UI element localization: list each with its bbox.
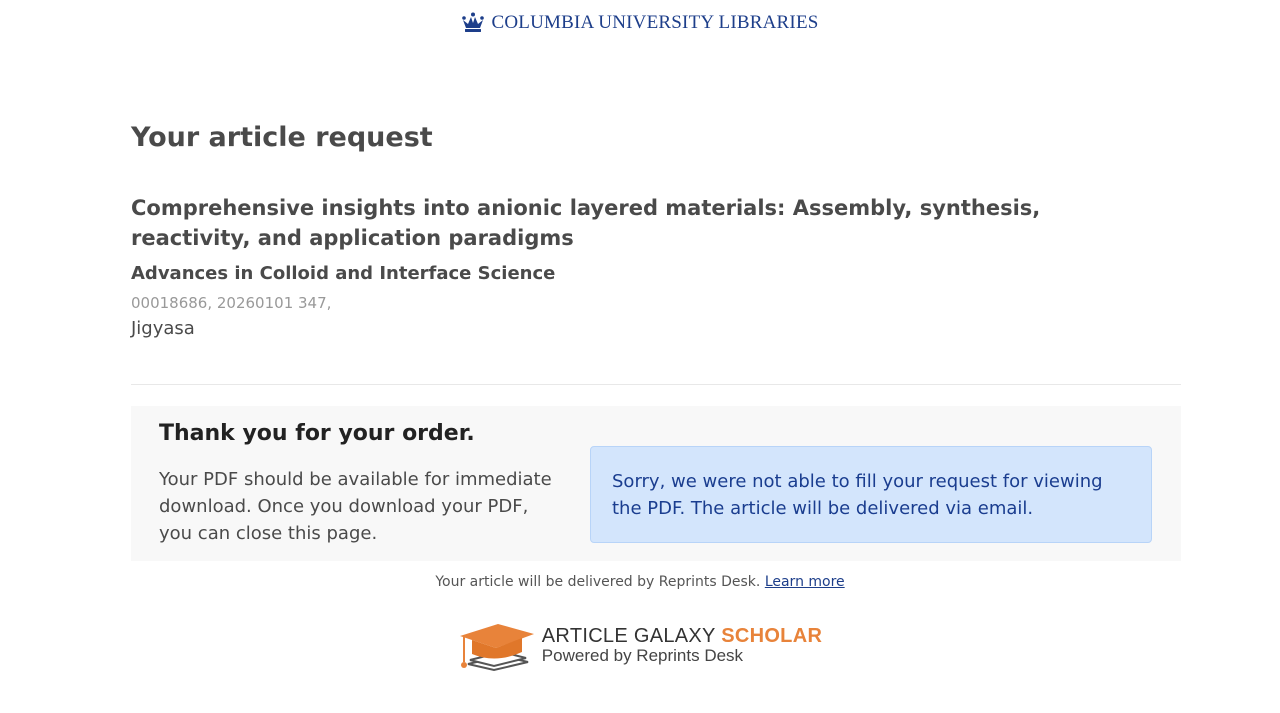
article-author: Jigyasa [131,318,195,339]
brand-article-galaxy: ARTICLE GALAXY [541,625,716,647]
order-panel: Thank you for your order. Your PDF shoul… [131,406,1181,561]
columbia-logo[interactable]: COLUMBIA UNIVERSITY LIBRARIES [461,12,818,34]
brand-powered-by: Powered by Reprints Desk [541,646,744,665]
thank-you-message: Your PDF should be available for immedia… [159,469,552,544]
journal-title: Advances in Colloid and Interface Scienc… [131,263,556,284]
divider [131,384,1181,385]
article-galaxy-brand[interactable]: ARTICLE GALAXY SCHOLAR Powered by Reprin… [458,620,822,672]
site-header: COLUMBIA UNIVERSITY LIBRARIES [0,12,1280,34]
delivery-alert: Sorry, we were not able to fill your req… [590,446,1152,543]
article-meta: 00018686, 20260101 347, [131,294,332,312]
delivery-notice: Your article will be delivered by Reprin… [0,574,1280,590]
article-galaxy-logo: ARTICLE GALAXY SCHOLAR Powered by Reprin… [0,620,1280,672]
brand-scholar: SCHOLAR [721,625,823,647]
brand-text: ARTICLE GALAXY SCHOLAR Powered by Reprin… [542,626,822,666]
article-title: Comprehensive insights into anionic laye… [131,196,1041,250]
library-name: COLUMBIA UNIVERSITY LIBRARIES [491,12,819,33]
graduation-cap-book-icon [459,624,534,672]
page-title: Your article request [131,122,433,153]
brand-name: ARTICLE GALAXY SCHOLAR [542,626,822,646]
crown-icon [462,12,485,32]
learn-more-link[interactable]: Learn more [765,574,845,590]
thank-you-heading: Thank you for your order. [159,421,475,446]
delivery-text: Your article will be delivered by Reprin… [435,574,761,590]
